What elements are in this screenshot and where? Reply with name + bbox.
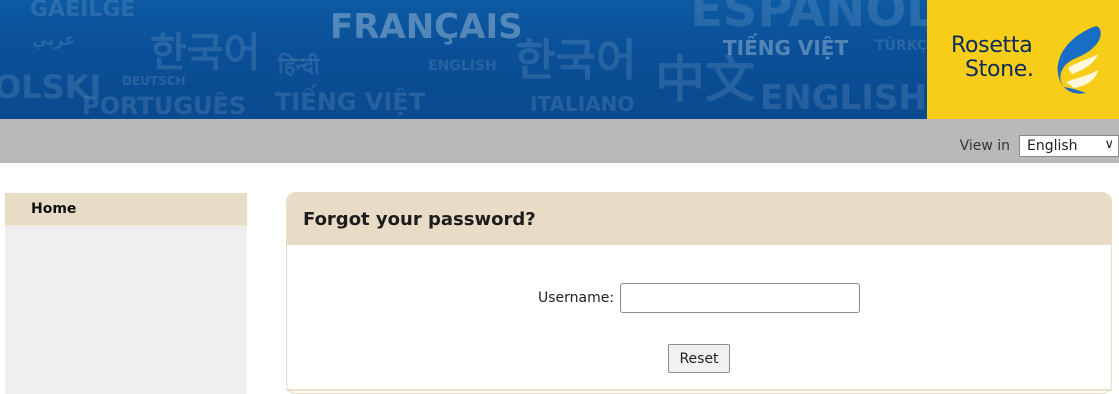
sidebar-item-label: Home bbox=[31, 201, 77, 217]
logo-area[interactable]: Rosetta Stone. bbox=[927, 0, 1119, 119]
banner-word: GAEILGE bbox=[30, 0, 136, 22]
banner-word: 中文 bbox=[655, 51, 755, 109]
language-select-value: English bbox=[1027, 138, 1078, 154]
banner-word: ENGLISH bbox=[760, 78, 927, 118]
logo-line-1: Rosetta bbox=[951, 33, 1033, 58]
language-select[interactable]: English ∨ bbox=[1019, 135, 1119, 157]
banner-word: DEUTSCH bbox=[122, 74, 186, 88]
language-bar bbox=[0, 119, 1119, 163]
username-input[interactable] bbox=[620, 283, 861, 313]
logo-text: Rosetta Stone. bbox=[951, 34, 1034, 82]
banner-word: عربي bbox=[32, 30, 76, 49]
banner-word: FRANÇAIS bbox=[330, 7, 523, 47]
username-label: Username: bbox=[537, 290, 615, 306]
banner-word: ENGLISH bbox=[428, 58, 497, 74]
panel-bottom-border bbox=[286, 389, 1112, 391]
banner-word: PORTUGUÊS bbox=[82, 92, 247, 119]
banner-word: ESPAÑOL bbox=[690, 0, 937, 38]
banner-word: 한국어 bbox=[150, 30, 261, 76]
sidebar: Home bbox=[5, 193, 247, 394]
username-row: Username: bbox=[287, 283, 1111, 313]
header-banner: GAEILGE عربي 한국어 हिन्दी FRANÇAIS ENGLISH… bbox=[0, 0, 1119, 119]
view-in-control: View in English ∨ bbox=[960, 134, 1119, 158]
rosetta-stone-logo-icon bbox=[1057, 26, 1101, 94]
banner-word: हिन्दी bbox=[278, 54, 320, 79]
reset-button[interactable]: Reset bbox=[668, 344, 730, 373]
chevron-down-icon: ∨ bbox=[1104, 137, 1114, 152]
banner-word: 한국어 bbox=[515, 35, 637, 86]
logo-line-2: Stone. bbox=[965, 57, 1034, 82]
forgot-password-panel: Forgot your password? Username: Reset bbox=[286, 192, 1112, 394]
reset-row: Reset bbox=[287, 344, 1111, 373]
banner-word: ITALIANO bbox=[530, 92, 635, 116]
banner-word: TIẾNG VIỆT bbox=[275, 88, 426, 116]
sidebar-item-home[interactable]: Home bbox=[5, 193, 247, 227]
view-in-label: View in bbox=[959, 138, 1010, 154]
panel-title: Forgot your password? bbox=[287, 193, 1111, 245]
